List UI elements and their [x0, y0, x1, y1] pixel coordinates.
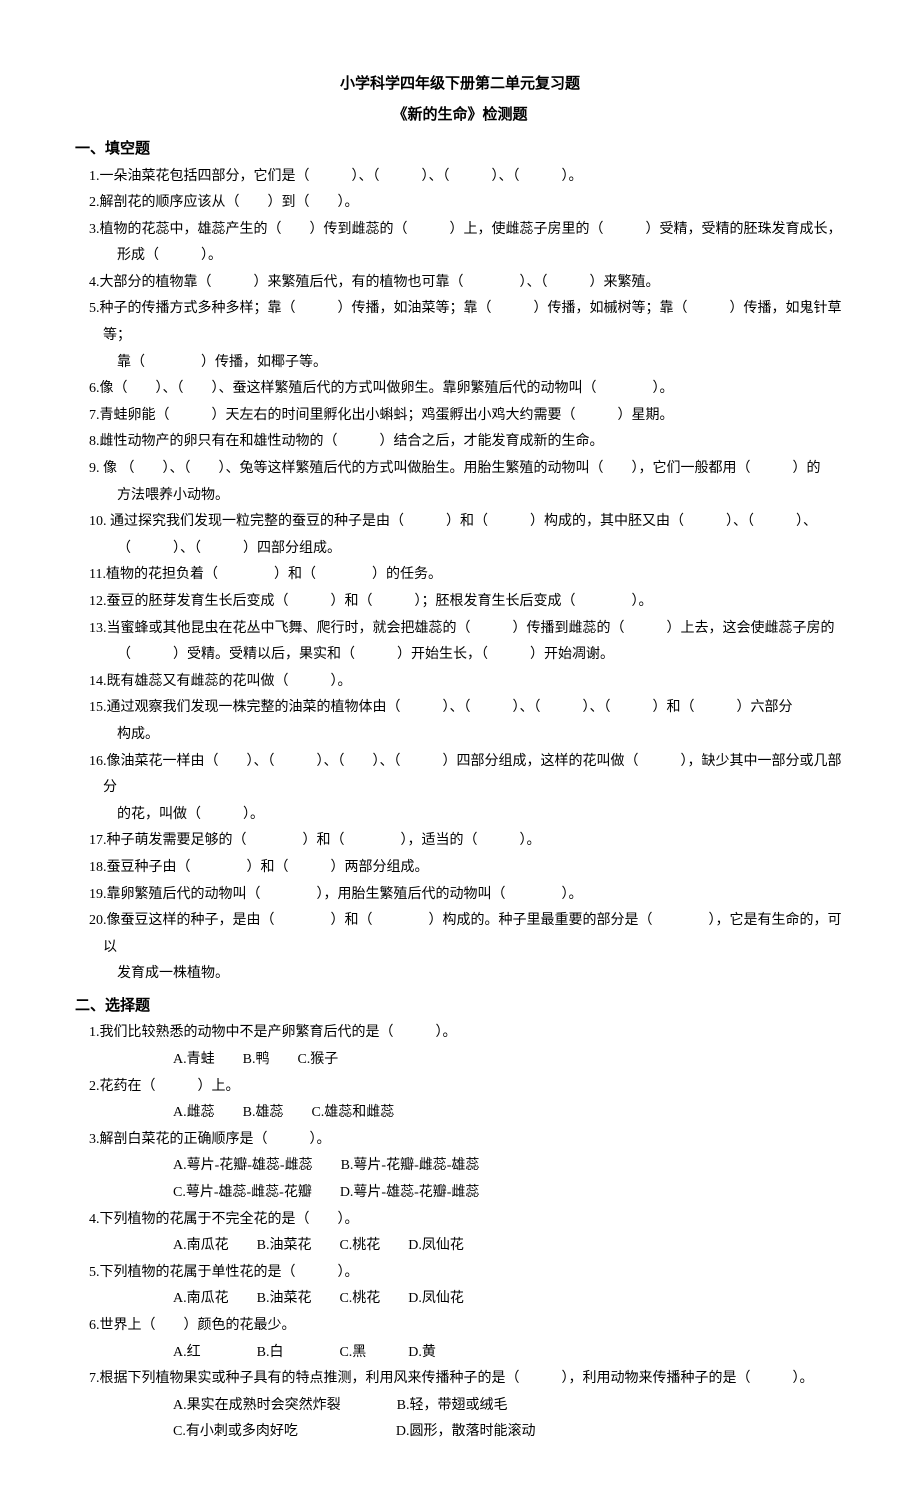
- fill-q16-cont: 的花，叫做（ ）。: [75, 802, 845, 829]
- choice-q3-opts1: A.萼片-花瓣-雄蕊-雌蕊 B.萼片-花瓣-雌蕊-雄蕊: [75, 1153, 845, 1180]
- choice-q7-opts1: A.果实在成熟时会突然炸裂 B.轻，带翅或绒毛: [75, 1393, 845, 1420]
- fill-q8: 8.雌性动物产的卵只有在和雄性动物的（ ）结合之后，才能发育成新的生命。: [75, 429, 845, 456]
- fill-q11: 11.植物的花担负着（ ）和（ ）的任务。: [75, 562, 845, 589]
- choice-q7: 7.根据下列植物果实或种子具有的特点推测，利用风来传播种子的是（ ），利用动物来…: [75, 1366, 845, 1393]
- choice-q2-opts: A.雌蕊 B.雄蕊 C.雄蕊和雌蕊: [75, 1100, 845, 1127]
- fill-q20-cont: 发育成一株植物。: [75, 961, 845, 988]
- choice-q1: 1.我们比较熟悉的动物中不是产卵繁育后代的是（ ）。: [75, 1020, 845, 1047]
- fill-q15-cont: 构成。: [75, 722, 845, 749]
- choice-q5: 5.下列植物的花属于单性花的是（ ）。: [75, 1260, 845, 1287]
- choice-q4: 4.下列植物的花属于不完全花的是（ ）。: [75, 1207, 845, 1234]
- choice-q6: 6.世界上（ ）颜色的花最少。: [75, 1313, 845, 1340]
- fill-q14: 14.既有雄蕊又有雌蕊的花叫做（ ）。: [75, 669, 845, 696]
- fill-q10: 10. 通过探究我们发现一粒完整的蚕豆的种子是由（ ）和（ ）构成的，其中胚又由…: [75, 509, 845, 536]
- choice-q6-opts: A.红 B.白 C.黑 D.黄: [75, 1340, 845, 1367]
- fill-q3: 3.植物的花蕊中，雄蕊产生的（ ）传到雌蕊的（ ）上，使雌蕊子房里的（ ）受精，…: [75, 217, 845, 244]
- fill-q2: 2.解剖花的顺序应该从（ ）到（ ）。: [75, 190, 845, 217]
- fill-q16: 16.像油菜花一样由（ ）、（ ）、（ ）、（ ）四部分组成，这样的花叫做（ ）…: [75, 749, 845, 802]
- choice-q3-opts2: C.萼片-雄蕊-雌蕊-花瓣 D.萼片-雄蕊-花瓣-雌蕊: [75, 1180, 845, 1207]
- fill-q3-cont: 形成（ ）。: [75, 243, 845, 270]
- fill-q9: 9. 像 （ ）、（ ）、兔等这样繁殖后代的方式叫做胎生。用胎生繁殖的动物叫（ …: [75, 456, 845, 483]
- fill-q7: 7.青蛙卵能（ ）天左右的时间里孵化出小蝌蚪；鸡蛋孵出小鸡大约需要（ ）星期。: [75, 403, 845, 430]
- choice-q2: 2.花药在（ ）上。: [75, 1074, 845, 1101]
- choice-q4-opts: A.南瓜花 B.油菜花 C.桃花 D.凤仙花: [75, 1233, 845, 1260]
- fill-q9-cont: 方法喂养小动物。: [75, 483, 845, 510]
- sub-title: 《新的生命》检测题: [75, 101, 845, 130]
- choice-q7-opts2: C.有小刺或多肉好吃 D.圆形，散落时能滚动: [75, 1419, 845, 1446]
- choice-q1-opts: A.青蛙 B.鸭 C.猴子: [75, 1047, 845, 1074]
- section-1-heading: 一、填空题: [75, 135, 845, 164]
- fill-q5-cont: 靠（ ）传播，如椰子等。: [75, 350, 845, 377]
- choice-q3: 3.解剖白菜花的正确顺序是（ ）。: [75, 1127, 845, 1154]
- fill-q1: 1.一朵油菜花包括四部分，它们是（ ）、（ ）、（ ）、（ ）。: [75, 164, 845, 191]
- fill-q5: 5.种子的传播方式多种多样；靠（ ）传播，如油菜等；靠（ ）传播，如槭树等；靠（…: [75, 296, 845, 349]
- fill-q17: 17.种子萌发需要足够的（ ）和（ ），适当的（ ）。: [75, 828, 845, 855]
- fill-q12: 12.蚕豆的胚芽发育生长后变成（ ）和（ ）；胚根发育生长后变成（ ）。: [75, 589, 845, 616]
- choice-q5-opts: A.南瓜花 B.油菜花 C.桃花 D.凤仙花: [75, 1286, 845, 1313]
- fill-q19: 19.靠卵繁殖后代的动物叫（ ），用胎生繁殖后代的动物叫（ ）。: [75, 882, 845, 909]
- fill-q4: 4.大部分的植物靠（ ）来繁殖后代，有的植物也可靠（ ）、（ ）来繁殖。: [75, 270, 845, 297]
- fill-q13: 13.当蜜蜂或其他昆虫在花丛中飞舞、爬行时，就会把雄蕊的（ ）传播到雌蕊的（ ）…: [75, 616, 845, 643]
- fill-q18: 18.蚕豆种子由（ ）和（ ）两部分组成。: [75, 855, 845, 882]
- fill-q20: 20.像蚕豆这样的种子，是由（ ）和（ ）构成的。种子里最重要的部分是（ ），它…: [75, 908, 845, 961]
- fill-q6: 6.像（ ）、（ ）、蚕这样繁殖后代的方式叫做卵生。靠卵繁殖后代的动物叫（ ）。: [75, 376, 845, 403]
- main-title: 小学科学四年级下册第二单元复习题: [75, 70, 845, 99]
- section-2-heading: 二、选择题: [75, 992, 845, 1021]
- fill-q13-cont: （ ）受精。受精以后，果实和（ ）开始生长，（ ）开始凋谢。: [75, 642, 845, 669]
- fill-q10-cont: （ ）、（ ）四部分组成。: [75, 536, 845, 563]
- fill-q15: 15.通过观察我们发现一株完整的油菜的植物体由（ ）、（ ）、（ ）、（ ）和（…: [75, 695, 845, 722]
